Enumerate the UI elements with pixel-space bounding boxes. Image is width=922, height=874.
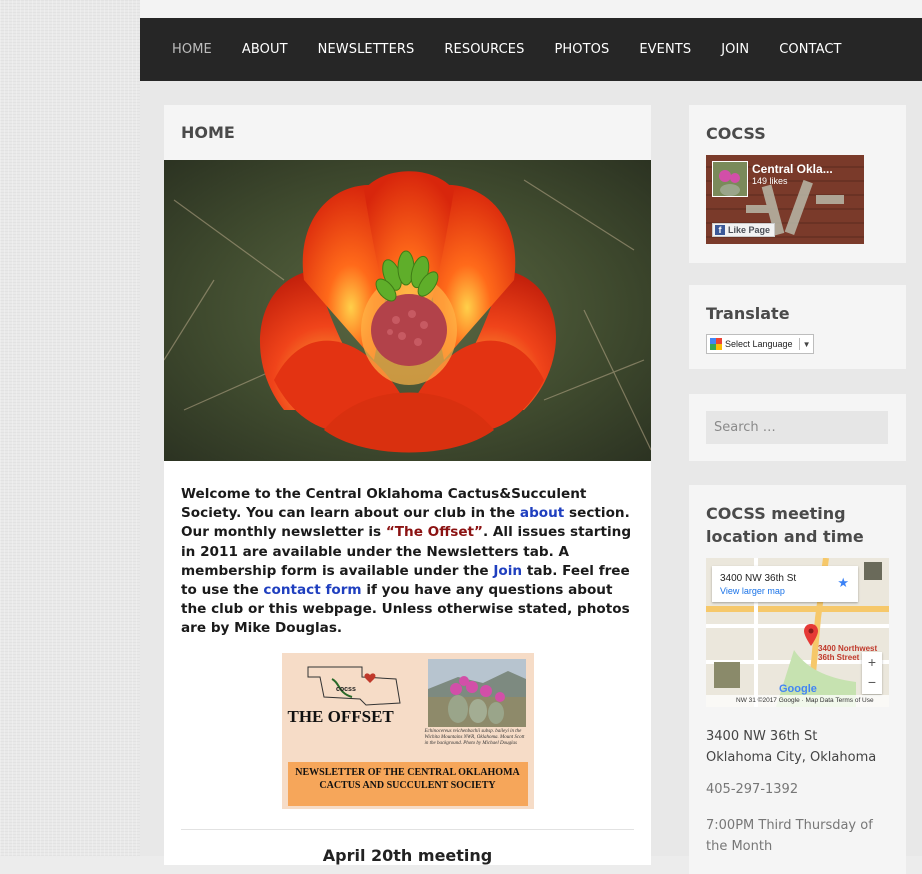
main-content: HOME Welcome to the Central Oklahoma Cac… — [164, 105, 651, 865]
nav-events[interactable]: EVENTS — [639, 42, 691, 57]
widget-title-meeting: COCSS meeting location and time — [706, 504, 864, 546]
nav-resources[interactable]: RESOURCES — [444, 42, 524, 57]
offset-name: “The Offset” — [385, 524, 483, 541]
newsletter-photo — [427, 658, 526, 727]
facebook-profile-thumbnail — [712, 161, 748, 197]
chevron-down-icon: ▼ — [802, 339, 811, 349]
cocss-logo: cocss — [307, 666, 401, 706]
main-nav: HOME ABOUT NEWSLETTERS RESOURCES PHOTOS … — [140, 18, 922, 81]
address-line-2: Oklahoma City, Oklahoma — [706, 750, 877, 765]
address-line-1: 3400 NW 36th St — [706, 729, 818, 744]
meeting-heading: April 20th meeting — [322, 845, 493, 865]
facebook-profile-photo — [713, 162, 747, 196]
join-link[interactable]: Join — [493, 563, 522, 579]
facebook-icon: f — [715, 225, 725, 235]
widget-title-translate: Translate — [706, 304, 790, 323]
facebook-page-plugin[interactable]: Central Okla... 149 likes f Like Page — [706, 155, 864, 244]
cactus-flower-photo — [164, 160, 651, 461]
meeting-time: 7:00PM Third Thursday of the Month — [706, 818, 873, 854]
map-pin-icon[interactable] — [804, 624, 818, 646]
map-footer: NW 31 ©2017 Google · Map Data Terms of U… — [706, 695, 889, 707]
facebook-page-name[interactable]: Central Okla... — [752, 162, 833, 176]
nav-home[interactable]: HOME — [172, 42, 212, 57]
map-info-card: 3400 NW 36th St View larger map ★ — [712, 566, 858, 602]
nav-photos[interactable]: PHOTOS — [554, 42, 609, 57]
nav-newsletters[interactable]: NEWSLETTERS — [318, 42, 415, 57]
background-texture — [0, 0, 140, 856]
nav-contact[interactable]: CONTACT — [779, 42, 841, 57]
newsletter-image[interactable]: cocss THE OFFSET Echinocereus reichenbac… — [281, 652, 534, 809]
map-card-title: 3400 NW 36th St — [720, 573, 797, 584]
page-header: HOME — [164, 105, 651, 160]
hero-image — [164, 160, 651, 461]
nav-join[interactable]: JOIN — [721, 42, 749, 57]
contact-form-link[interactable]: contact form — [263, 582, 361, 598]
divider — [181, 828, 634, 830]
select-separator — [798, 338, 800, 350]
meeting-phone: 405-297-1392 — [706, 782, 799, 797]
google-logo: Google — [779, 683, 817, 695]
view-larger-map-link[interactable]: View larger map — [720, 586, 785, 596]
language-select-label: Select Language — [725, 339, 793, 349]
page-title: HOME — [181, 123, 235, 142]
about-link[interactable]: about — [520, 505, 564, 521]
facebook-like-label: Like Page — [728, 225, 771, 235]
logo-text: cocss — [336, 686, 356, 693]
meeting-address: 3400 NW 36th St Oklahoma City, Oklahoma — [706, 726, 876, 768]
page: HOME ABOUT NEWSLETTERS RESOURCES PHOTOS … — [140, 18, 922, 874]
widget-search: Search … — [689, 394, 906, 461]
zoom-out-button[interactable]: − — [862, 672, 882, 692]
newsletter-band: NEWSLETTER OF THE CENTRAL OKLAHOMA CACTU… — [287, 761, 528, 806]
google-translate-icon — [710, 338, 722, 350]
widget-cocss: COCSS Central Okla... 149 likes f Like P… — [689, 105, 906, 263]
star-icon[interactable]: ★ — [837, 575, 849, 591]
widget-translate: Translate Select Language ▼ — [689, 285, 906, 369]
widget-title-cocss: COCSS — [706, 124, 766, 143]
newsletter-caption: Echinocereus reichenbachii subsp. bailey… — [424, 728, 525, 746]
zoom-in-button[interactable]: + — [862, 652, 882, 672]
widget-meeting: COCSS meeting location and time 3400 NW … — [689, 485, 906, 874]
map-zoom-controls: + − — [862, 652, 882, 694]
facebook-like-button[interactable]: f Like Page — [712, 223, 776, 237]
nav-about[interactable]: ABOUT — [242, 42, 288, 57]
facebook-likes-count: 149 likes — [752, 176, 788, 186]
newsletter-title: THE OFFSET — [287, 706, 394, 726]
language-select[interactable]: Select Language ▼ — [706, 334, 814, 354]
search-input[interactable]: Search … — [706, 411, 888, 444]
intro-text: Welcome to the Central Oklahoma Cactus&S… — [164, 461, 651, 639]
google-map[interactable]: 3400 NW 36th St View larger map ★ 3400 N… — [706, 558, 889, 707]
